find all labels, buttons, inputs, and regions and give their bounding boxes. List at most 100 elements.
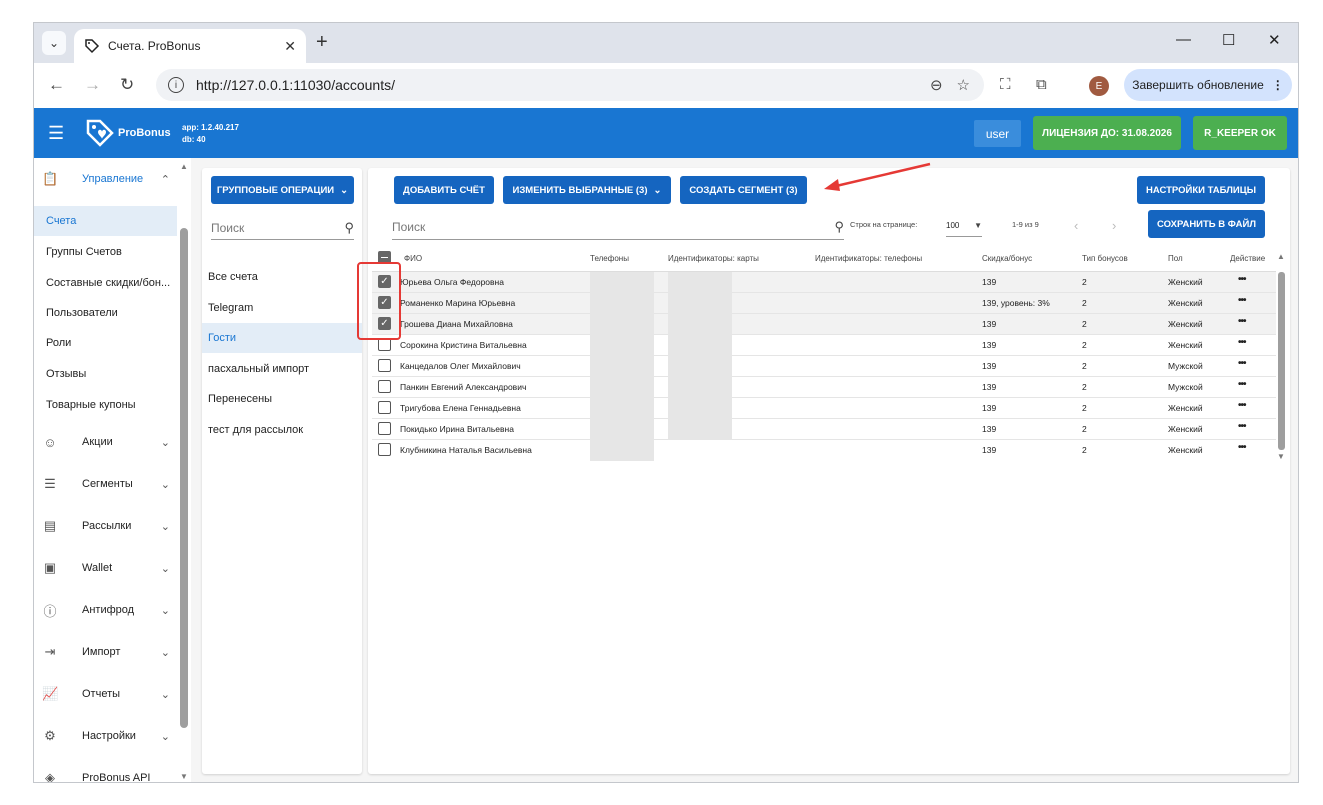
profile-avatar[interactable]: E — [1089, 76, 1109, 96]
next-page-icon[interactable]: › — [1112, 218, 1116, 233]
table-row[interactable]: ✓ Грошева Диана Михайловна 139 2 Женский… — [372, 314, 1276, 335]
menu-icon[interactable]: ☰ — [48, 123, 64, 144]
table-row[interactable]: Тригубова Елена Геннадьевна 139 2 Женски… — [372, 398, 1276, 419]
sidebar-item-accounts[interactable]: Счета — [34, 206, 177, 236]
sidebar-item-coupons[interactable]: Товарные купоны — [34, 390, 177, 420]
col-card-ids[interactable]: Идентификаторы: карты — [668, 254, 759, 263]
site-info-icon[interactable]: i — [168, 77, 184, 93]
sidebar-item-roles[interactable]: Роли — [34, 328, 177, 358]
table-row[interactable]: Клубникина Наталья Васильевна 139 2 Женс… — [372, 440, 1276, 461]
sidebar-section-api[interactable]: ◈ ProBonus API — [34, 757, 180, 782]
cell-discount: 139 — [982, 424, 997, 434]
sidebar-section-settings[interactable]: ⚙ Настройки ⌄ — [34, 715, 180, 757]
row-checkbox[interactable] — [378, 422, 391, 435]
group-item-moved[interactable]: Перенесены — [202, 384, 362, 414]
sidebar-section-wallet[interactable]: ▣ Wallet ⌄ — [34, 547, 180, 589]
sidebar-section-mailings[interactable]: ▤ Рассылки ⌄ — [34, 505, 180, 547]
group-item-guests[interactable]: Гости — [202, 323, 362, 353]
group-item-all[interactable]: Все счета — [202, 262, 362, 292]
sidebar-section-import[interactable]: ⇥ Импорт ⌄ — [34, 631, 180, 673]
more-actions-icon[interactable]: ••• — [1238, 442, 1246, 453]
group-operations-button[interactable]: ГРУППОВЫЕ ОПЕРАЦИИ ⌄ — [211, 176, 354, 204]
row-checkbox[interactable] — [378, 401, 391, 414]
group-item-easter-import[interactable]: пасхальный импорт — [202, 354, 362, 384]
rkeeper-status-button[interactable]: R_KEEPER OK — [1193, 116, 1287, 150]
zoom-icon[interactable]: ⊖ — [930, 76, 943, 94]
col-bonus-type[interactable]: Тип бонусов — [1082, 254, 1128, 263]
create-segment-button[interactable]: СОЗДАТЬ СЕГМЕНТ (3) — [680, 176, 807, 204]
tab-close-icon[interactable]: ✕ — [284, 38, 296, 55]
update-button[interactable]: Завершить обновление ⋮ — [1124, 69, 1292, 101]
chevron-down-icon: ⌄ — [160, 520, 170, 533]
sidebar-item-users[interactable]: Пользователи — [34, 298, 177, 328]
table-scroll-down-icon[interactable]: ▼ — [1277, 452, 1285, 461]
more-actions-icon[interactable]: ••• — [1238, 400, 1246, 411]
more-actions-icon[interactable]: ••• — [1238, 421, 1246, 432]
maximize-icon[interactable]: ☐ — [1222, 31, 1235, 49]
table-row[interactable]: ✓ Юрьева Ольга Федоровна 139 2 Женский •… — [372, 272, 1276, 293]
save-to-file-button[interactable]: СОХРАНИТЬ В ФАЙЛ — [1148, 210, 1265, 238]
sidebar-scrollbar[interactable] — [180, 228, 188, 728]
groups-search-input[interactable]: Поиск ⚲ — [211, 216, 354, 240]
license-button[interactable]: ЛИЦЕНЗИЯ ДО: 31.08.2026 — [1033, 116, 1181, 150]
sidebar-section-management[interactable]: 📋 Управление ⌃ — [34, 158, 180, 200]
more-actions-icon[interactable]: ••• — [1238, 274, 1246, 285]
accounts-search-input[interactable]: Поиск ⚲ — [392, 214, 844, 240]
more-actions-icon[interactable]: ••• — [1238, 379, 1246, 390]
close-window-icon[interactable]: ✕ — [1268, 31, 1281, 49]
user-button[interactable]: user — [974, 120, 1021, 147]
table-row[interactable]: Сорокина Кристина Витальевна 139 2 Женск… — [372, 335, 1276, 356]
sidebar-section-reports[interactable]: 📈 Отчеты ⌄ — [34, 673, 180, 715]
more-actions-icon[interactable]: ••• — [1238, 295, 1246, 306]
address-bar[interactable]: i http://127.0.0.1:11030/accounts/ ⊖ ☆ — [156, 69, 984, 101]
minimize-icon[interactable]: — — [1176, 31, 1191, 48]
row-checkbox[interactable] — [378, 443, 391, 456]
browser-tab[interactable]: Счета. ProBonus ✕ — [74, 29, 306, 63]
row-checkbox[interactable] — [378, 359, 391, 372]
sidebar-item-reviews[interactable]: Отзывы — [34, 359, 177, 389]
forward-icon[interactable]: → — [84, 75, 101, 95]
table-scroll-up-icon[interactable]: ▲ — [1277, 252, 1285, 261]
col-discount[interactable]: Скидка/бонус — [982, 254, 1032, 263]
back-icon[interactable]: ← — [48, 75, 65, 95]
table-row[interactable]: Покидько Ирина Витальевна 139 2 Женский … — [372, 419, 1276, 440]
cell-bonus-type: 2 — [1082, 340, 1087, 350]
col-name[interactable]: ФИО — [404, 254, 422, 263]
table-scrollbar[interactable] — [1278, 272, 1285, 450]
col-phone-ids[interactable]: Идентификаторы: телефоны — [815, 254, 922, 263]
more-vert-icon[interactable]: ⋮ — [1272, 78, 1284, 92]
more-actions-icon[interactable]: ••• — [1238, 337, 1246, 348]
sidebar-section-segments[interactable]: ☰ Сегменты ⌄ — [34, 463, 180, 505]
sidebar-item-composite-discounts[interactable]: Составные скидки/бон... — [34, 268, 177, 298]
sidebar-item-account-groups[interactable]: Группы Счетов — [34, 237, 177, 267]
col-gender[interactable]: Пол — [1168, 254, 1183, 263]
table-row[interactable]: Канцедалов Олег Михайлович 139 2 Мужской… — [372, 356, 1276, 377]
scroll-down-icon[interactable]: ▼ — [180, 772, 188, 781]
row-checkbox[interactable] — [378, 380, 391, 393]
rows-per-page-select[interactable]: 100 ▼ — [946, 215, 982, 237]
prev-page-icon[interactable]: ‹ — [1074, 218, 1078, 233]
scroll-up-icon[interactable]: ▲ — [180, 162, 188, 171]
tab-search-icon[interactable]: ⌄ — [42, 31, 66, 55]
screenshot-icon[interactable]: ⛶ — [1000, 76, 1011, 93]
group-item-telegram[interactable]: Telegram — [202, 293, 362, 323]
table-settings-button[interactable]: НАСТРОЙКИ ТАБЛИЦЫ — [1137, 176, 1265, 204]
url-text[interactable]: http://127.0.0.1:11030/accounts/ — [196, 77, 930, 93]
bookmark-star-icon[interactable]: ☆ — [957, 76, 970, 94]
group-item-mailing-test[interactable]: тест для рассылок — [202, 415, 362, 445]
new-tab-button[interactable]: + — [316, 31, 328, 54]
cell-gender: Женский — [1168, 445, 1203, 455]
table-row[interactable]: ✓ Романенко Марина Юрьевна 139, уровень:… — [372, 293, 1276, 314]
sidebar-section-antifraud[interactable]: ⓘ Антифрод ⌄ — [34, 589, 180, 631]
col-phones[interactable]: Телефоны — [590, 254, 629, 263]
search-icon[interactable]: ⚲ — [344, 220, 354, 236]
sidebar-section-promotions[interactable]: ☺ Акции ⌄ — [34, 421, 180, 463]
search-icon[interactable]: ⚲ — [834, 219, 844, 235]
more-actions-icon[interactable]: ••• — [1238, 358, 1246, 369]
table-row[interactable]: Панкин Евгений Александрович 139 2 Мужск… — [372, 377, 1276, 398]
more-actions-icon[interactable]: ••• — [1238, 316, 1246, 327]
edit-selected-button[interactable]: ИЗМЕНИТЬ ВЫБРАННЫЕ (3) ⌄ — [503, 176, 671, 204]
add-account-button[interactable]: ДОБАВИТЬ СЧЁТ — [394, 176, 494, 204]
extensions-icon[interactable]: ⧉ — [1036, 76, 1047, 93]
reload-icon[interactable]: ↻ — [120, 75, 134, 95]
